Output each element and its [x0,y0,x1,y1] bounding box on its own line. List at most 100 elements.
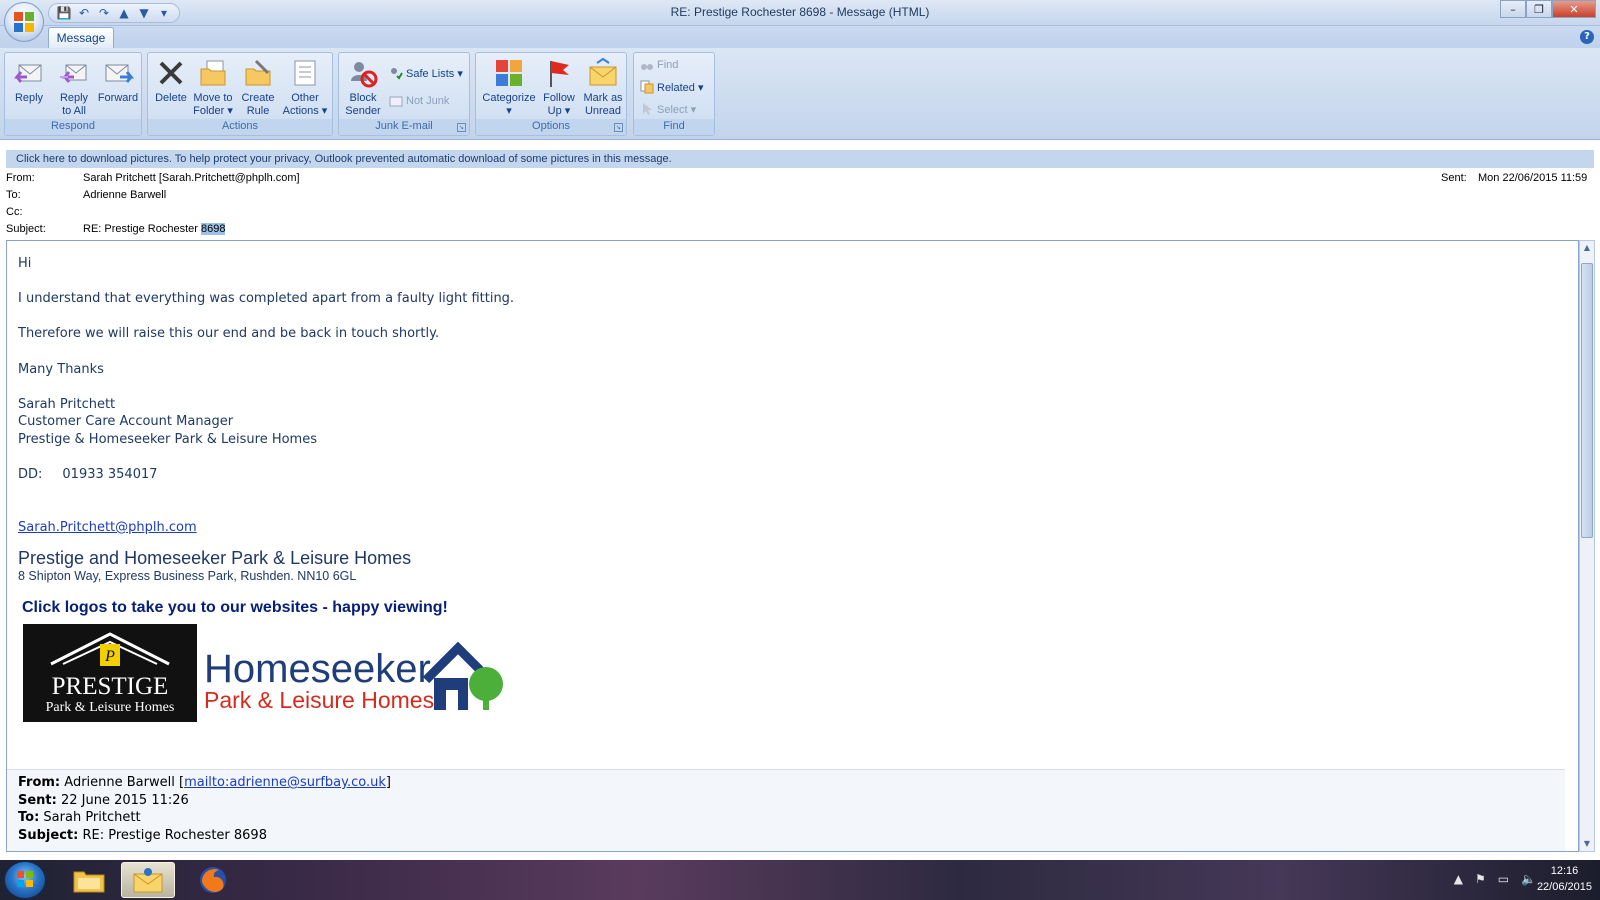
vertical-scrollbar[interactable]: ▲ ▼ [1579,240,1595,852]
not-junk-icon [389,96,403,107]
sent-value: Mon 22/06/2015 11:59 [1478,172,1588,184]
quoted-from-label: From: [18,775,61,790]
move-to-folder-button[interactable]: Move to Folder ▾ [190,57,236,118]
to-value[interactable]: Adrienne Barwell [83,187,166,204]
reply-label: Reply [14,92,44,104]
taskbar-firefox[interactable] [186,862,240,898]
start-button[interactable] [4,861,46,899]
quoted-subject-value: RE: Prestige Rochester 8698 [82,827,267,843]
create-rule-label-1: Create [241,92,275,104]
reply-button[interactable]: Reply [9,57,49,105]
mark-as-unread-button[interactable]: Mark as Unread [580,57,626,118]
create-rule-button[interactable]: Create Rule [237,57,279,118]
minimize-button[interactable]: – [1500,0,1526,18]
move-to-folder-icon [200,60,226,86]
from-label: From: [6,172,35,184]
title-bar: 💾 ↶ ↷ ▲ ▼ ▾ RE: Prestige Rochester 8698 … [0,0,1600,42]
block-label-1: Block [349,92,377,104]
office-button[interactable] [4,2,44,42]
message-body[interactable]: Hi I understand that everything was comp… [6,240,1579,852]
help-icon[interactable]: ? [1580,30,1594,44]
binoculars-icon [641,64,653,70]
office-logo-icon [14,12,34,32]
create-rule-label-2: Rule [246,105,270,117]
close-button[interactable]: ✕ [1552,0,1596,18]
related-icon [640,80,654,94]
reply-icon [13,64,42,83]
taskbar-clock[interactable]: 12:16 22/06/2015 [1537,863,1592,895]
find-button[interactable]: Find [640,57,678,73]
mark-unread-label-1: Mark as [583,92,623,104]
follow-up-label-1: Follow [543,92,575,104]
subject-value: RE: Prestige Rochester 8698 [83,221,226,238]
taskbar-outlook[interactable] [121,862,175,898]
action-center-flag-icon[interactable]: ⚑ [1475,872,1486,886]
forward-button[interactable]: Forward [95,57,141,105]
message-header: From: Sarah Pritchett [Sarah.Pritchett@p… [0,170,1600,240]
quoted-to: To: Sarah Pritchett [18,809,1554,827]
other-actions-label-1: Other [291,92,319,104]
follow-up-label-2: Up ▾ [547,105,571,117]
delete-button[interactable]: Delete [151,57,191,105]
scroll-up-arrow-icon[interactable]: ▲ [1580,241,1594,255]
taskbar-explorer[interactable] [62,862,116,898]
message-text: Hi I understand that everything was comp… [18,255,1558,728]
show-hidden-icons-icon[interactable]: ▲ [1454,872,1463,886]
homeseeker-logo[interactable]: Homeseeker Park & Leisure Homes [204,640,510,720]
reply-all-icon [60,64,87,83]
dd-label: DD: [18,467,43,483]
windows-explorer-icon [73,871,105,893]
block-sender-button[interactable]: Block Sender [341,57,385,118]
outlook-icon [133,868,163,893]
quoted-sent-value: 22 June 2015 11:26 [61,792,189,808]
to-label: To: [6,189,21,201]
other-actions-button[interactable]: Other Actions ▾ [281,57,329,118]
find-label: Find [657,59,679,71]
categorize-button[interactable]: Categorize ▾ [480,57,538,118]
ribbon-tab-strip: Message ? [0,26,1600,48]
respond-group: Reply Reply to All Forward Respond [4,52,142,136]
firefox-icon [200,867,226,893]
restore-button[interactable]: ❐ [1526,0,1552,18]
safe-lists-button[interactable]: Safe Lists ▾ [389,65,463,81]
related-button[interactable]: Related ▾ [640,79,704,95]
respond-group-label: Respond [5,119,141,135]
download-pictures-infobar[interactable]: Click here to download pictures. To help… [6,150,1594,168]
quoted-mailto-link[interactable]: mailto:adrienne@surfbay.co.uk [184,775,386,790]
system-tray: ▲ ⚑ ▭ 🔈 [1454,872,1536,886]
follow-up-button[interactable]: Follow Up ▾ [538,57,580,118]
company-address: 8 Shipton Way, Express Business Park, Ru… [18,568,357,583]
signature-email-link[interactable]: Sarah.Pritchett@phplh.com [18,520,197,535]
window-title: RE: Prestige Rochester 8698 - Message (H… [670,5,930,19]
window-controls: – ❐ ✕ [1500,0,1596,18]
homeseeker-sub: Park & Leisure Homes [204,687,434,713]
reply-all-label-1: Reply [59,92,89,104]
categorize-label-2: ▾ [506,105,512,117]
scroll-down-arrow-icon[interactable]: ▼ [1580,837,1594,851]
signature-name: Sarah Pritchett [18,396,116,412]
network-icon[interactable]: ▭ [1498,872,1509,886]
prestige-logo[interactable]: P PRESTIGE Park & Leisure Homes [23,623,197,722]
quoted-from-name: Adrienne Barwell [ [64,775,185,790]
from-value[interactable]: Sarah Pritchett [Sarah.Pritchett@phplh.c… [83,170,300,187]
quoted-subject-label: Subject: [18,827,79,843]
not-junk-button[interactable]: Not Junk [389,93,449,109]
block-label-2: Sender [345,105,381,117]
junk-email-launcher-icon[interactable]: ↘ [457,123,466,132]
junk-email-group-label: Junk E-mail [339,119,469,135]
forward-label: Forward [97,92,139,104]
cc-label: Cc: [6,206,23,218]
select-label: Select ▾ [657,103,697,116]
reply-all-button[interactable]: Reply to All [53,57,95,118]
volume-icon[interactable]: 🔈 [1521,872,1536,886]
actions-group-label: Actions [148,119,332,135]
options-launcher-icon[interactable]: ↘ [614,123,623,132]
categorize-icon [496,60,522,86]
scroll-thumb[interactable] [1581,263,1593,538]
body-line-2: Therefore we will raise this our end and… [18,326,440,342]
company-logos: P PRESTIGE Park & Leisure Homes Homeseek… [18,623,1558,728]
select-button[interactable]: Select ▾ [640,101,696,117]
direct-dial: DD: 01933 354017 [18,466,1558,484]
quoted-from: From: Adrienne Barwell [mailto:adrienne@… [18,774,1554,792]
tab-message[interactable]: Message [48,27,114,48]
